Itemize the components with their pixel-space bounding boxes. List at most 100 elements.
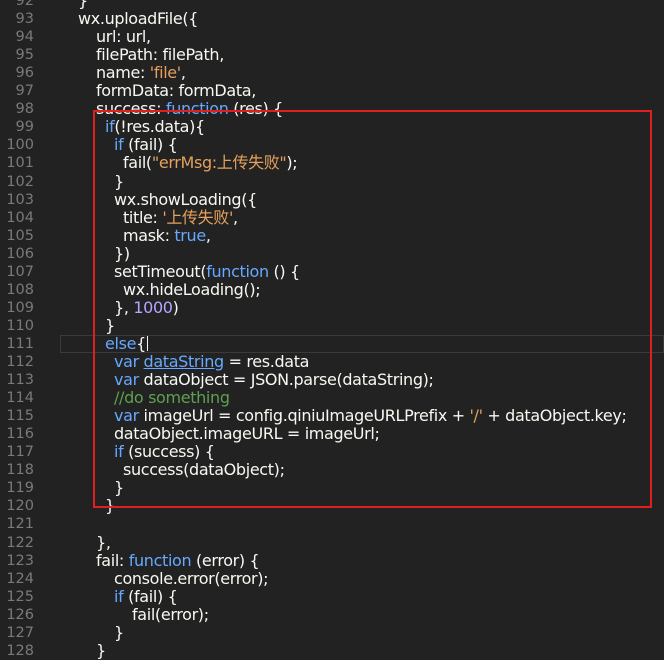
code-line[interactable]: 97 formData: formData, — [0, 82, 664, 100]
code-line[interactable]: 121 — [0, 515, 664, 533]
line-number: 117 — [6, 444, 34, 461]
line-number: 124 — [6, 570, 34, 587]
line-number: 102 — [6, 173, 34, 190]
code-token: (error) { — [191, 550, 260, 570]
line-number: 115 — [6, 408, 34, 425]
code-token: wx.hideLoading(); — [123, 279, 261, 299]
code-line[interactable]: 112 var dataString = res.data — [0, 353, 664, 371]
code-line[interactable]: 108 wx.hideLoading(); — [0, 279, 664, 299]
line-number: 100 — [6, 137, 34, 154]
line-number: 111 — [6, 335, 34, 352]
code-text: wx.uploadFile({ — [78, 10, 198, 28]
code-token: setTimeout( — [114, 261, 207, 281]
code-token: var — [114, 370, 144, 390]
code-line[interactable]: 98 success: function (res) { — [0, 100, 664, 118]
line-number: 121 — [6, 516, 34, 533]
code-text: title: '上传失败', — [123, 207, 238, 227]
code-line[interactable]: 113 var dataObject = JSON.parse(dataStrin… — [0, 371, 664, 389]
code-token: if — [105, 117, 115, 137]
code-token: success: — [96, 99, 166, 119]
line-number: 97 — [15, 83, 34, 100]
code-token: '/' — [469, 406, 483, 426]
line-number: 95 — [15, 47, 34, 64]
code-line[interactable]: 102} — [0, 172, 664, 191]
code-text: fail(error); — [132, 605, 209, 624]
code-token: }) — [114, 243, 130, 263]
code-line[interactable]: 96 name: 'file', — [0, 64, 664, 82]
code-line[interactable]: 105 mask: true, — [0, 226, 664, 245]
code-text: formData: formData, — [96, 82, 256, 100]
line-number: 98 — [15, 101, 34, 118]
text-cursor — [146, 335, 148, 351]
code-text: wx.hideLoading(); — [123, 279, 261, 299]
code-line[interactable]: 109}, 1000) — [0, 297, 664, 317]
code-line[interactable]: 122}, — [0, 532, 664, 552]
line-number: 118 — [6, 462, 34, 479]
code-token: title: — [123, 207, 163, 227]
code-text: } — [114, 172, 124, 191]
code-line[interactable]: 94 url: url, — [0, 28, 664, 46]
code-token: { — [136, 333, 146, 353]
code-line[interactable]: 99 if(!res.data){ — [0, 118, 664, 136]
code-line[interactable]: 101 fail("errMsg:上传失败"); — [0, 154, 664, 172]
code-text: wx.showLoading({ — [114, 190, 257, 209]
line-number: 120 — [6, 498, 34, 515]
code-text: var imageUrl = config.qiniuImageURLPrefi… — [114, 407, 627, 425]
code-line[interactable]: 111 else{ — [0, 333, 664, 353]
code-line[interactable]: 95 filePath: filePath, — [0, 46, 664, 64]
code-token: "errMsg:上传失败" — [151, 153, 287, 173]
code-line[interactable]: 116 dataObject.imageURL = imageUrl; — [0, 425, 664, 443]
code-line[interactable]: 124 console.error(error); — [0, 569, 664, 588]
code-token: //do something — [114, 388, 230, 408]
code-line[interactable]: 123 fail: function (error) { — [0, 550, 664, 570]
code-token: wx.uploadFile({ — [78, 9, 199, 29]
line-number: 103 — [6, 191, 34, 208]
code-line[interactable]: 125 if (fail) { — [0, 587, 664, 606]
code-token: dataObject = JSON.parse(dataString); — [143, 370, 434, 390]
code-token: , — [233, 207, 238, 227]
code-line[interactable]: 126 fail(error); — [0, 605, 664, 624]
code-token: }, — [96, 532, 111, 552]
code-line[interactable]: 127} — [0, 623, 664, 642]
line-number: 114 — [6, 390, 34, 407]
code-token: fail( — [123, 153, 152, 173]
code-text: var dataObject = JSON.parse(dataString); — [114, 371, 434, 389]
code-line[interactable]: 115 var imageUrl = config.qiniuImageURLPr… — [0, 407, 664, 425]
code-token: if — [114, 135, 124, 155]
code-text: filePath: filePath, — [96, 46, 224, 64]
code-line[interactable]: 119} — [0, 479, 664, 497]
code-line[interactable]: 117 if (success) { — [0, 443, 664, 461]
line-number: 107 — [6, 263, 34, 280]
code-line[interactable]: 103 wx.showLoading({ — [0, 190, 664, 209]
code-line[interactable]: 104 title: '上传失败', — [0, 207, 664, 227]
code-line[interactable]: 107 setTimeout(function () { — [0, 261, 664, 281]
line-number: 99 — [15, 119, 34, 136]
code-line[interactable]: 106}) — [0, 243, 664, 263]
line-number: 123 — [6, 552, 34, 569]
code-token: 'file' — [149, 63, 181, 83]
code-token: name: — [96, 63, 150, 83]
code-line[interactable]: 100 if (fail) { — [0, 136, 664, 154]
code-editor[interactable]: 92} 93 wx.uploadFile({94 url: url, 95 filePat… — [0, 0, 664, 660]
code-line[interactable]: 110} — [0, 315, 664, 335]
line-number: 116 — [6, 426, 34, 443]
code-token: } — [105, 496, 115, 516]
line-number: 93 — [15, 11, 34, 28]
line-number: 122 — [6, 534, 34, 551]
code-line[interactable]: 128} — [0, 641, 664, 660]
code-text: } — [105, 497, 115, 515]
code-token: () { — [268, 261, 301, 281]
code-token: dataObject.imageURL = imageUrl; — [114, 424, 380, 444]
code-line[interactable]: 118 success(dataObject); — [0, 461, 664, 479]
code-token: } — [105, 315, 115, 335]
code-line[interactable]: 93 wx.uploadFile({ — [0, 10, 664, 28]
code-line[interactable]: 114 //do something — [0, 389, 664, 407]
code-line[interactable]: 120} — [0, 497, 664, 515]
line-number: 109 — [6, 299, 34, 316]
code-token: = res.data — [223, 352, 310, 371]
line-number: 94 — [15, 29, 34, 46]
code-token: 1000 — [133, 297, 173, 317]
code-text: if (success) { — [114, 443, 215, 461]
identifier-link[interactable]: dataString — [144, 352, 225, 371]
code-token: imageUrl = config.qiniuImageURLPrefix + — [143, 406, 470, 426]
